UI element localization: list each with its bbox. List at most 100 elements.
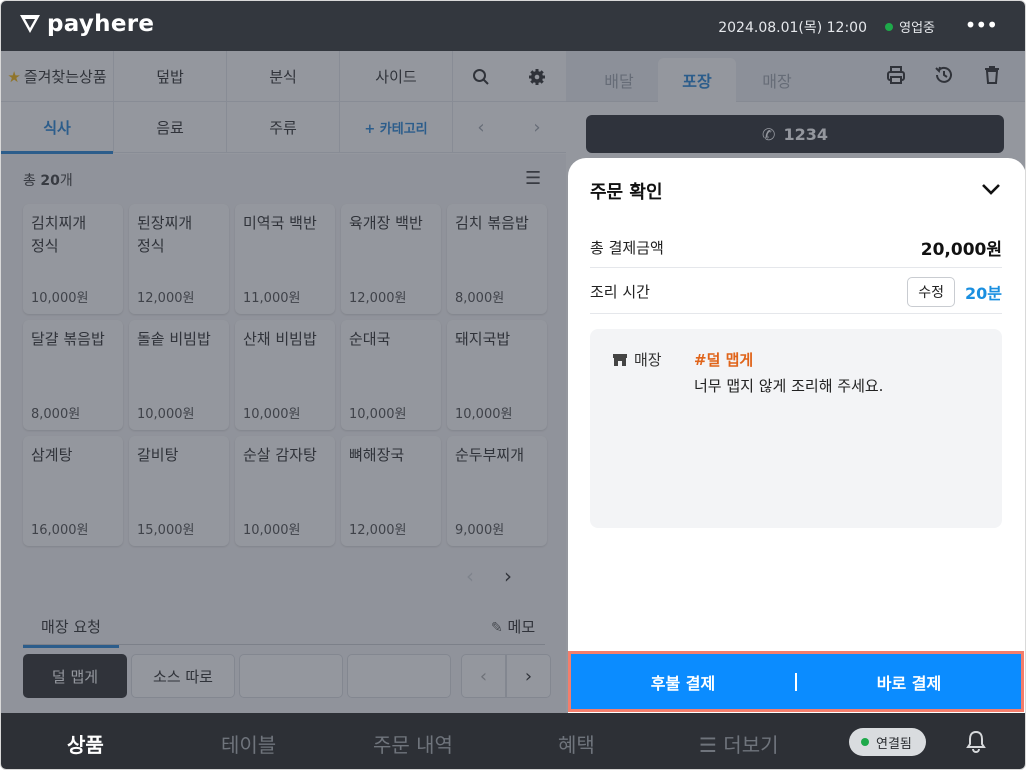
- connection-label: 연결됨: [876, 736, 912, 752]
- category-favorites[interactable]: ★ 즐겨찾는상품: [1, 51, 114, 102]
- tab-takeout[interactable]: 포장: [658, 58, 736, 102]
- menu-item-price: 12,000원: [137, 291, 195, 306]
- nav-benefits[interactable]: 혜택: [558, 729, 595, 758]
- menu-item-price: 16,000원: [31, 523, 89, 538]
- tab-delivery[interactable]: 배달: [580, 58, 658, 102]
- menu-item-card[interactable]: 순두부찌개 9,000원: [447, 436, 547, 546]
- memo-edit-icon: ✎: [491, 620, 503, 636]
- menu-item-price: 10,000원: [243, 523, 301, 538]
- menu-item-card[interactable]: 뼈해장국 12,000원: [341, 436, 441, 546]
- chevron-down-icon[interactable]: [980, 178, 1002, 200]
- chevron-right-icon[interactable]: ›: [504, 564, 512, 588]
- menu-item-name: 미역국 백반: [243, 214, 317, 232]
- menu-item-name: 육개장 백반: [349, 214, 423, 232]
- menu-item-card[interactable]: 갈비탕 15,000원: [129, 436, 229, 546]
- edit-button[interactable]: 수정: [907, 276, 955, 307]
- request-button[interactable]: 덜 맵게: [23, 654, 127, 698]
- bell-icon[interactable]: [965, 729, 987, 753]
- trash-glyph: [985, 66, 999, 84]
- nav-tables[interactable]: 테이블: [221, 729, 276, 758]
- chevron-left-icon[interactable]: ‹: [466, 564, 474, 588]
- menu-item-card[interactable]: 순대국 10,000원: [341, 320, 441, 430]
- menu-item-card[interactable]: 김치 볶음밥 8,000원: [447, 204, 547, 314]
- menu-item-card[interactable]: 육개장 백반 12,000원: [341, 204, 441, 314]
- payment-buttons: 후불 결제 바로 결제: [568, 651, 1024, 712]
- history-icon[interactable]: [934, 65, 954, 90]
- menu-item-card[interactable]: 돌솥 비빔밥 10,000원: [129, 320, 229, 430]
- connected-dot-icon: [861, 738, 869, 746]
- add-category-button[interactable]: + 카테고리: [340, 102, 453, 153]
- pay-now-button[interactable]: 바로 결제: [797, 654, 1021, 709]
- menu-item-price: 10,000원: [349, 407, 407, 422]
- request-button[interactable]: 소스 따로: [131, 654, 235, 698]
- chevron-left-icon[interactable]: ‹: [461, 654, 506, 698]
- category-item[interactable]: 사이드: [340, 51, 453, 102]
- menu-item-price: 12,000원: [349, 291, 407, 306]
- more-horizontal-icon[interactable]: •••: [965, 13, 998, 37]
- top-bar: payhere 2024.08.01(목) 12:00 영업중 •••: [1, 1, 1025, 51]
- menu-item-price: 10,000원: [31, 291, 89, 306]
- printer-icon[interactable]: [886, 65, 906, 90]
- category-row-1: ★ 즐겨찾는상품 덮밥 분식 사이드: [1, 51, 566, 102]
- menu-item-card[interactable]: 돼지국밥 10,000원: [447, 320, 547, 430]
- menu-item-name: 돌솥 비빔밥: [137, 330, 211, 348]
- search-icon[interactable]: [453, 51, 509, 102]
- nav-more[interactable]: ☰ 더보기: [699, 729, 779, 758]
- total-amount: 20,000원: [920, 240, 1002, 260]
- history-glyph: [935, 66, 952, 83]
- menu-item-card[interactable]: 순살 감자탕 10,000원: [235, 436, 335, 546]
- menu-item-card[interactable]: 된장찌개 정식 12,000원: [129, 204, 229, 314]
- category-row-2: 식사 음료 주류 + 카테고리 ‹ ›: [1, 102, 566, 154]
- bottom-nav: 상품 테이블 주문 내역 혜택 ☰ 더보기 연결됨: [1, 713, 1025, 769]
- category-item[interactable]: 덮밥: [114, 51, 227, 102]
- menu-item-name: 김치 볶음밥: [455, 214, 529, 232]
- menu-grid: 김치찌개 정식 10,000원 된장찌개 정식 12,000원 미역국 백반 11,000…: [23, 204, 548, 546]
- request-button[interactable]: [239, 654, 343, 698]
- menu-item-price: 12,000원: [349, 523, 407, 538]
- menu-item-price: 10,000원: [243, 407, 301, 422]
- cook-time-value: 20분: [965, 283, 1002, 303]
- cook-time-row: 조리 시간 수정 20분: [590, 270, 1002, 314]
- product-panel: ★ 즐겨찾는상품 덮밥 분식 사이드 식사 음료 주류 + 카테고리 ‹ › 총 …: [1, 51, 566, 713]
- request-button[interactable]: [347, 654, 451, 698]
- request-memo-box: 매장 #덜 맵게 너무 맵지 않게 조리해 주세요.: [590, 329, 1002, 528]
- category-item[interactable]: 음료: [114, 102, 227, 153]
- store-label: 매장: [612, 349, 662, 370]
- menu-item-card[interactable]: 김치찌개 정식 10,000원: [23, 204, 123, 314]
- payhere-logo-icon: [20, 15, 40, 33]
- gear-icon[interactable]: [509, 51, 565, 102]
- menu-item-card[interactable]: 달걀 볶음밥 8,000원: [23, 320, 123, 430]
- cook-time-controls: 수정 20분: [907, 276, 1002, 307]
- pay-later-button[interactable]: 후불 결제: [571, 654, 795, 709]
- request-pager: ‹ ›: [461, 654, 551, 698]
- tab-store[interactable]: 매장: [738, 58, 816, 102]
- nav-order-history[interactable]: 주문 내역: [373, 729, 453, 758]
- menu-item-name: 돼지국밥: [455, 330, 511, 348]
- total-label: 총 결제금액: [590, 239, 664, 257]
- star-icon: ★: [7, 67, 21, 86]
- memo-text: 너무 맵지 않게 조리해 주세요.: [694, 377, 884, 395]
- menu-item-card[interactable]: 미역국 백반 11,000원: [235, 204, 335, 314]
- menu-item-name: 뼈해장국: [349, 446, 405, 464]
- menu-item-card[interactable]: 삼계탕 16,000원: [23, 436, 123, 546]
- customer-phone: ✆ 1234: [586, 115, 1004, 153]
- pos-screen: payhere 2024.08.01(목) 12:00 영업중 ••• ★ 즐겨찾…: [0, 0, 1026, 770]
- memo-button[interactable]: ✎ 메모: [491, 616, 535, 637]
- category-label: 즐겨찾는상품: [23, 68, 107, 86]
- chevron-right-icon[interactable]: ›: [509, 102, 565, 153]
- total-prefix: 총: [23, 173, 41, 189]
- category-item[interactable]: 분식: [227, 51, 340, 102]
- menu-item-name: 달걀 볶음밥: [31, 330, 105, 348]
- menu-item-card[interactable]: 산채 비빔밥 10,000원: [235, 320, 335, 430]
- phone-icon: ✆: [762, 124, 776, 144]
- category-item-active[interactable]: 식사: [1, 102, 114, 154]
- cook-time-label: 조리 시간: [590, 283, 650, 301]
- menu-item-name: 김치찌개 정식: [31, 214, 87, 255]
- nav-products[interactable]: 상품: [67, 729, 104, 758]
- list-view-icon[interactable]: ☰: [525, 168, 541, 189]
- chevron-right-icon[interactable]: ›: [506, 654, 551, 698]
- trash-icon[interactable]: [983, 65, 1001, 90]
- status-dot-icon: [885, 22, 894, 31]
- category-item[interactable]: 주류: [227, 102, 340, 153]
- chevron-left-icon[interactable]: ‹: [453, 102, 509, 153]
